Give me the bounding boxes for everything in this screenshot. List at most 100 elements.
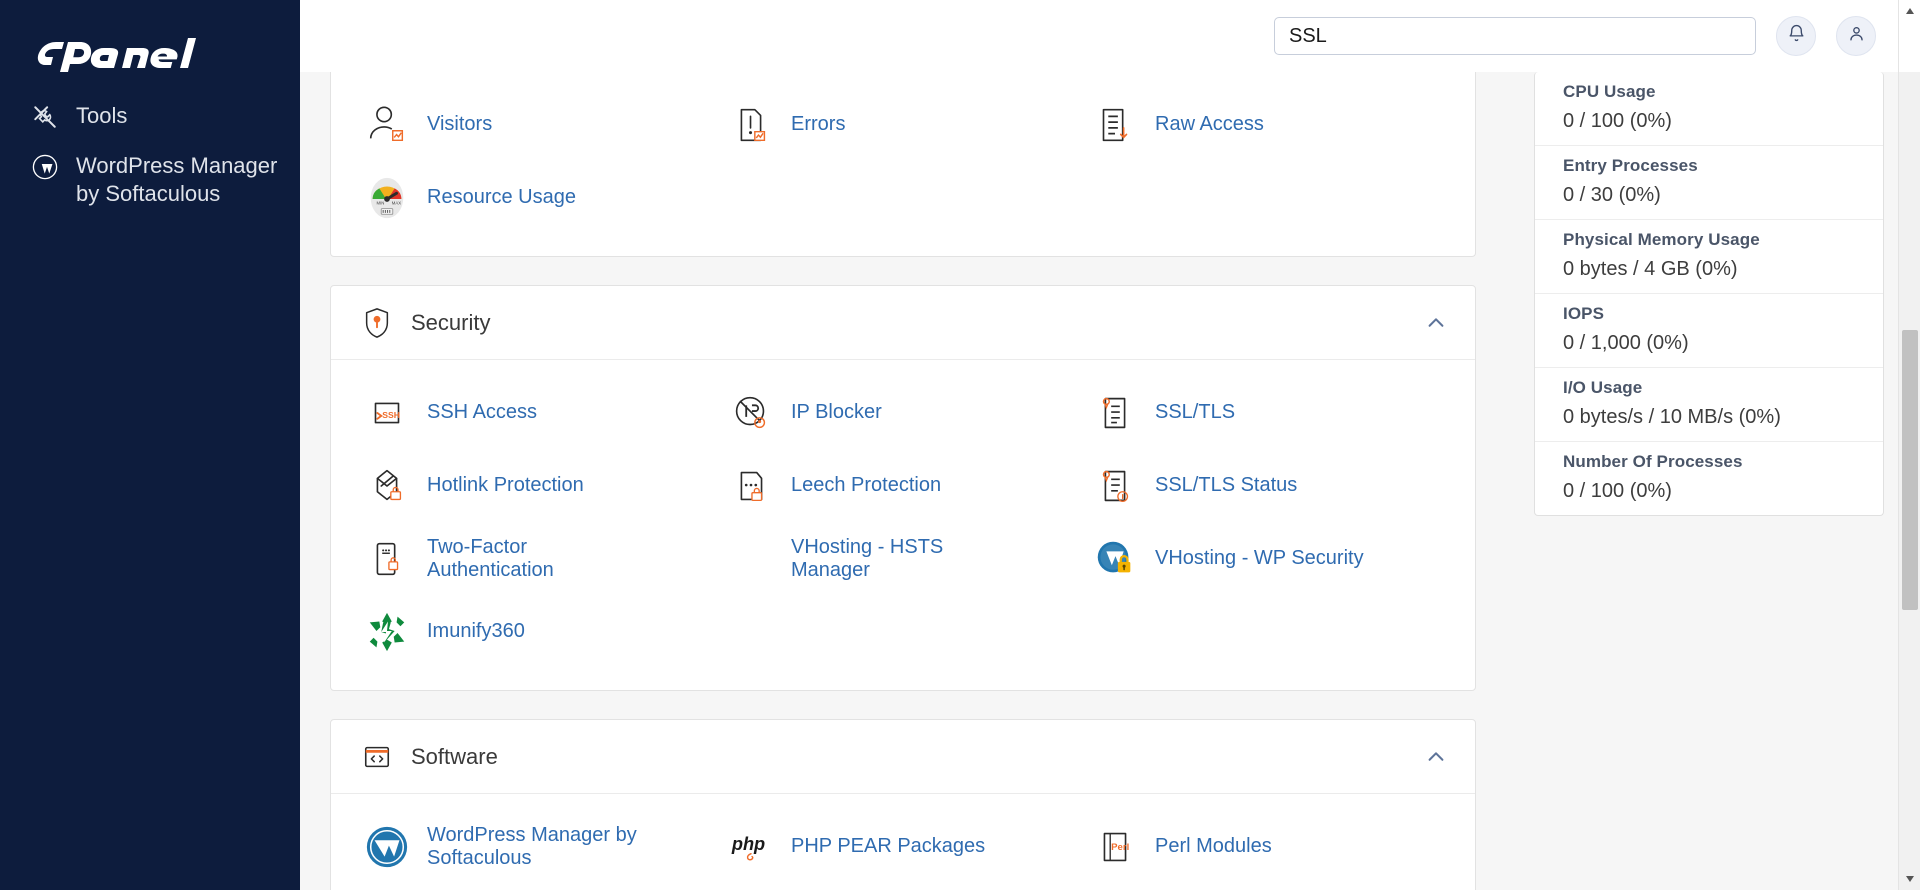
stat-label: Number Of Processes [1563,452,1743,471]
security-panel-title: Security [411,309,491,335]
search-input[interactable] [1274,17,1756,55]
tile-php-pear-packages[interactable]: php PHP PEAR Packages [721,810,1085,883]
stat-row-number-of-processes: Number Of Processes 0 / 100 (0%) [1535,442,1883,515]
software-panel-header[interactable]: Software [331,720,1475,794]
tools-icon [30,102,60,132]
sidebar-item-wordpress-manager[interactable]: WordPress Manager by Softaculous [0,142,300,218]
sidebar-item-label-wordpress-manager: WordPress Manager by Softaculous [76,153,278,206]
main-area: Visitors Errors [300,0,1920,890]
scrollbar-up-arrow[interactable] [1899,0,1920,22]
svg-text:Perl: Perl [1111,841,1129,852]
tile-label: VHosting - WP Security [1155,547,1364,569]
stat-value: 0 bytes/s / 10 MB/s (0%) [1563,406,1781,428]
tile-vhosting-hsts-manager[interactable]: VHosting - HSTS Manager [721,522,1085,595]
stat-label: IOPS [1563,304,1605,323]
tile-multiphp-manager[interactable]: php MultiPHP Manager [1085,883,1449,890]
tile-resource-usage[interactable]: MIN MAX Resource Usage [357,161,721,234]
stat-row-cpu-usage: CPU Usage 0 / 100 (0%) [1535,72,1883,146]
resource-usage-icon: MIN MAX [361,172,413,224]
tile-optimize-website[interactable]: Optimize Website [721,883,1085,890]
stat-value: 0 / 100 (0%) [1563,480,1672,502]
tile-ssl-tls[interactable]: SSL/TLS [1085,376,1449,449]
tile-label: Raw Access [1155,113,1264,135]
tile-label: Leech Protection [791,474,942,496]
tile-site-software[interactable]: Site Software [357,883,721,890]
tile-label: Errors [791,113,846,135]
raw-access-icon [1089,99,1141,151]
tile-two-factor-authentication[interactable]: Two-Factor Authentication [357,522,721,595]
wordpress-lock-icon [1089,533,1141,585]
tile-wordpress-manager-softaculous[interactable]: WordPress Manager by Softaculous [357,810,721,883]
ip-blocker-icon [725,387,777,439]
cpanel-logo[interactable] [0,22,300,92]
two-factor-icon [361,533,413,585]
software-tile-grid: WordPress Manager by Softaculous php PHP… [331,794,1475,890]
svg-text:php: php [731,833,765,853]
scrollbar-thumb[interactable] [1902,330,1918,610]
code-window-icon [357,742,397,772]
sidebar-item-label-tools: Tools [76,103,128,128]
stat-row-entry-processes: Entry Processes 0 / 30 (0%) [1535,146,1883,220]
stat-value: 0 / 1,000 (0%) [1563,332,1689,354]
security-panel-header[interactable]: Security [331,286,1475,360]
tile-label: IP Blocker [791,401,882,423]
account-button[interactable] [1836,16,1876,56]
chevron-up-icon[interactable] [1423,744,1449,770]
tile-perl-modules[interactable]: Perl Perl Modules [1085,810,1449,883]
scrollbar-down-arrow[interactable] [1899,868,1920,890]
page-scrollbar[interactable] [1898,0,1920,890]
imunify360-icon [361,606,413,658]
tile-ip-blocker[interactable]: IP Blocker [721,376,1085,449]
stat-value: 0 / 30 (0%) [1563,184,1661,206]
svg-text:SSH: SSH [382,409,400,419]
stat-label: CPU Usage [1563,82,1656,101]
tile-label: SSH Access [427,401,538,423]
tile-label: Imunify360 [427,620,525,642]
visitors-icon [361,99,413,151]
tile-label: Resource Usage [427,186,576,208]
sidebar-item-tools[interactable]: Tools [0,92,300,142]
tile-label: Hotlink Protection [427,474,584,496]
wordpress-icon [30,152,60,182]
tile-imunify360[interactable]: Imunify360 [357,595,721,668]
tile-vhosting-wp-security[interactable]: VHosting - WP Security [1085,522,1449,595]
stat-row-io-usage: I/O Usage 0 bytes/s / 10 MB/s (0%) [1535,368,1883,442]
tile-label: Two-Factor Authentication [427,535,554,581]
tile-errors[interactable]: Errors [721,88,1085,161]
security-tile-grid: SSH SSH Access IP Blocker SSL/TLS Hotlin… [331,360,1475,690]
stat-value: 0 bytes / 4 GB (0%) [1563,258,1738,280]
software-panel-title: Software [411,743,498,769]
tile-label: VHosting - HSTS Manager [791,535,944,581]
topbar [300,0,1898,72]
tile-label: SSL/TLS Status [1155,474,1298,496]
notifications-button[interactable] [1776,16,1816,56]
errors-icon [725,99,777,151]
user-icon [1847,24,1866,48]
ssl-tls-icon [1089,387,1141,439]
tile-label: Visitors [427,113,493,135]
tile-visitors[interactable]: Visitors [357,88,721,161]
tile-label: Perl Modules [1155,835,1272,857]
metrics-tile-grid: Visitors Errors Raw Access MIN MAX Resou… [331,72,1475,256]
security-panel: Security SSH SSH Access IP Blocker SSL/T… [330,285,1476,691]
chevron-up-icon[interactable] [1423,310,1449,336]
svg-text:MIN: MIN [376,200,384,205]
tile-ssl-tls-status[interactable]: SSL/TLS Status [1085,449,1449,522]
stat-value: 0 / 100 (0%) [1563,110,1672,132]
tile-ssh-access[interactable]: SSH SSH Access [357,376,721,449]
software-panel: Software WordPress Manager by Softaculou… [330,719,1476,890]
shield-icon [357,307,397,339]
resource-stats-card: CPU Usage 0 / 100 (0%) Entry Processes 0… [1534,72,1884,516]
ssh-access-icon: SSH [361,387,413,439]
stat-row-iops: IOPS 0 / 1,000 (0%) [1535,294,1883,368]
bell-icon [1787,24,1806,48]
tile-leech-protection[interactable]: Leech Protection [721,449,1085,522]
wordpress-icon [361,821,413,873]
perl-icon: Perl [1089,821,1141,873]
tile-hotlink-protection[interactable]: Hotlink Protection [357,449,721,522]
tile-raw-access[interactable]: Raw Access [1085,88,1449,161]
leech-protection-icon [725,460,777,512]
stat-label: Entry Processes [1563,156,1698,175]
ssl-tls-status-icon [1089,460,1141,512]
cpanel-app: Tools WordPress Manager by Softaculous S… [0,0,1920,890]
